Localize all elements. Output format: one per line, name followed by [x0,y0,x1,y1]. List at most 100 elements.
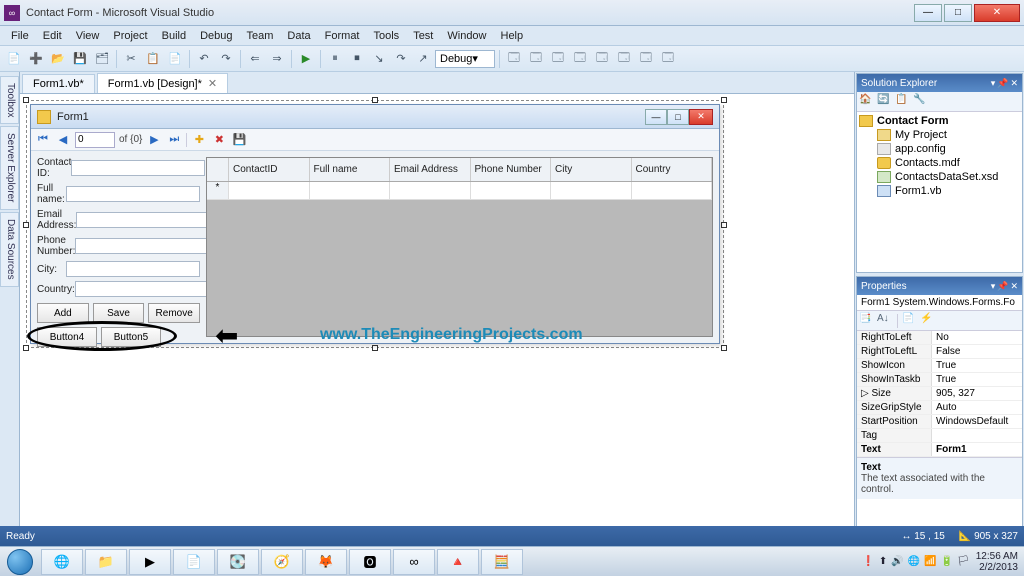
menu-tools[interactable]: Tools [367,28,407,44]
nav-position[interactable] [75,132,115,148]
solution-item[interactable]: app.config [859,142,1020,156]
property-row[interactable]: RightToLeftLFalse [857,345,1022,359]
minimize-button[interactable]: — [914,4,942,22]
add-item-button[interactable]: ➕ [26,49,46,69]
taskbar-app[interactable]: 📄 [173,549,215,575]
resize-handle[interactable] [721,345,727,351]
grid-col-header[interactable]: Phone Number [471,158,552,181]
property-row[interactable]: ShowIconTrue [857,359,1022,373]
taskbar-app[interactable]: 🅾 [349,549,391,575]
doc-tab[interactable]: Form1.vb [Design]*✕ [97,73,228,93]
panel-dropdown[interactable]: ▾ [991,78,996,89]
sol-tool-refresh[interactable]: 🔄 [877,94,893,110]
solution-item[interactable]: Contacts.mdf [859,156,1020,170]
form-maximize[interactable]: □ [667,109,689,125]
taskbar-app[interactable]: 🔺 [437,549,479,575]
property-row[interactable]: RightToLeftNo [857,331,1022,345]
side-tab-toolbox[interactable]: Toolbox [0,76,19,124]
resize-handle[interactable] [372,345,378,351]
resize-handle[interactable] [721,97,727,103]
menu-build[interactable]: Build [155,28,193,44]
menu-format[interactable]: Format [318,28,367,44]
nav-back-button[interactable]: ⇐ [245,49,265,69]
side-tab-data-sources[interactable]: Data Sources [0,212,19,287]
systray-icon[interactable]: 🌐 [908,556,920,567]
menu-edit[interactable]: Edit [36,28,69,44]
tool-f[interactable]: 🗔 [614,49,634,69]
field-input-0[interactable] [71,160,205,176]
grid-col-header[interactable]: ContactID [229,158,310,181]
solution-tree[interactable]: Contact Form My Projectapp.configContact… [857,112,1022,200]
property-row[interactable]: ShowInTaskbTrue [857,373,1022,387]
taskbar-app[interactable]: 📁 [85,549,127,575]
config-combo[interactable]: Debug ▾ [435,50,495,68]
property-row[interactable]: ▷ Size905, 327 [857,387,1022,401]
form-minimize[interactable]: — [645,109,667,125]
resize-handle[interactable] [372,97,378,103]
resize-handle[interactable] [721,222,727,228]
nav-last[interactable]: ⏭ [166,132,182,148]
systray-icon[interactable]: ⬆ [879,556,887,567]
project-node[interactable]: Contact Form [859,114,1020,128]
panel-close[interactable]: ✕ [1010,281,1018,292]
close-button[interactable]: ✕ [974,4,1020,22]
nav-add[interactable]: ✚ [191,132,207,148]
open-button[interactable]: 📂 [48,49,68,69]
button4-button[interactable]: Button4 [37,327,97,347]
menu-window[interactable]: Window [440,28,493,44]
system-clock[interactable]: 12:56 AM 2/2/2013 [976,551,1018,573]
form-close[interactable]: ✕ [689,109,713,125]
systray-icon[interactable]: ❗ [862,556,874,567]
tool-e[interactable]: 🗔 [592,49,612,69]
taskbar-app[interactable]: ▶ [129,549,171,575]
maximize-button[interactable]: □ [944,4,972,22]
systray-icon[interactable]: 🏳 [957,556,970,567]
save-all-button[interactable]: 🗂 [92,49,112,69]
panel-dropdown[interactable]: ▾ [991,281,996,292]
start-button[interactable]: ▶ [296,49,316,69]
prop-alpha[interactable]: A↓ [877,313,893,329]
systray-icon[interactable]: 🔋 [941,556,953,567]
menu-test[interactable]: Test [406,28,440,44]
sol-tool-props[interactable]: 🔧 [913,94,929,110]
menu-team[interactable]: Team [240,28,281,44]
save-button[interactable]: Save [93,303,145,323]
menu-help[interactable]: Help [494,28,531,44]
side-tab-server-explorer[interactable]: Server Explorer [0,126,19,209]
solution-item[interactable]: My Project [859,128,1020,142]
property-row[interactable]: SizeGripStyleAuto [857,401,1022,415]
field-input-3[interactable] [75,238,209,254]
field-input-5[interactable] [75,281,209,297]
tool-b[interactable]: 🗔 [526,49,546,69]
nav-next[interactable]: ▶ [146,132,162,148]
redo-button[interactable]: ↷ [216,49,236,69]
solution-item[interactable]: Form1.vb [859,184,1020,198]
resize-handle[interactable] [23,222,29,228]
field-input-4[interactable] [66,261,200,277]
taskbar-app[interactable]: 🌐 [41,549,83,575]
sol-tool-showall[interactable]: 📋 [895,94,911,110]
button5-button[interactable]: Button5 [101,327,161,347]
menu-view[interactable]: View [69,28,107,44]
add-button[interactable]: Add [37,303,89,323]
step-out-button[interactable]: ↗ [413,49,433,69]
remove-button[interactable]: Remove [148,303,200,323]
menu-data[interactable]: Data [280,28,317,44]
resize-handle[interactable] [23,97,29,103]
stop-button[interactable]: ⏹ [347,49,367,69]
menu-project[interactable]: Project [106,28,154,44]
menu-file[interactable]: File [4,28,36,44]
tool-c[interactable]: 🗔 [548,49,568,69]
prop-pages[interactable]: 📄 [902,313,918,329]
property-selector[interactable]: Form1 System.Windows.Forms.Fo [857,295,1022,311]
sol-tool-home[interactable]: 🏠 [859,94,875,110]
panel-pin[interactable]: 📌 [997,78,1008,89]
panel-close[interactable]: ✕ [1010,78,1018,89]
nav-save[interactable]: 💾 [231,132,247,148]
new-project-button[interactable]: 📄 [4,49,24,69]
step-over-button[interactable]: ↷ [391,49,411,69]
nav-first[interactable]: ⏮ [35,132,51,148]
taskbar-app[interactable]: ∞ [393,549,435,575]
form-window[interactable]: Form1 — □ ✕ ⏮ ◀ of {0} ▶ ⏭ ✚ ✖ 💾 [30,104,720,344]
undo-button[interactable]: ↶ [194,49,214,69]
